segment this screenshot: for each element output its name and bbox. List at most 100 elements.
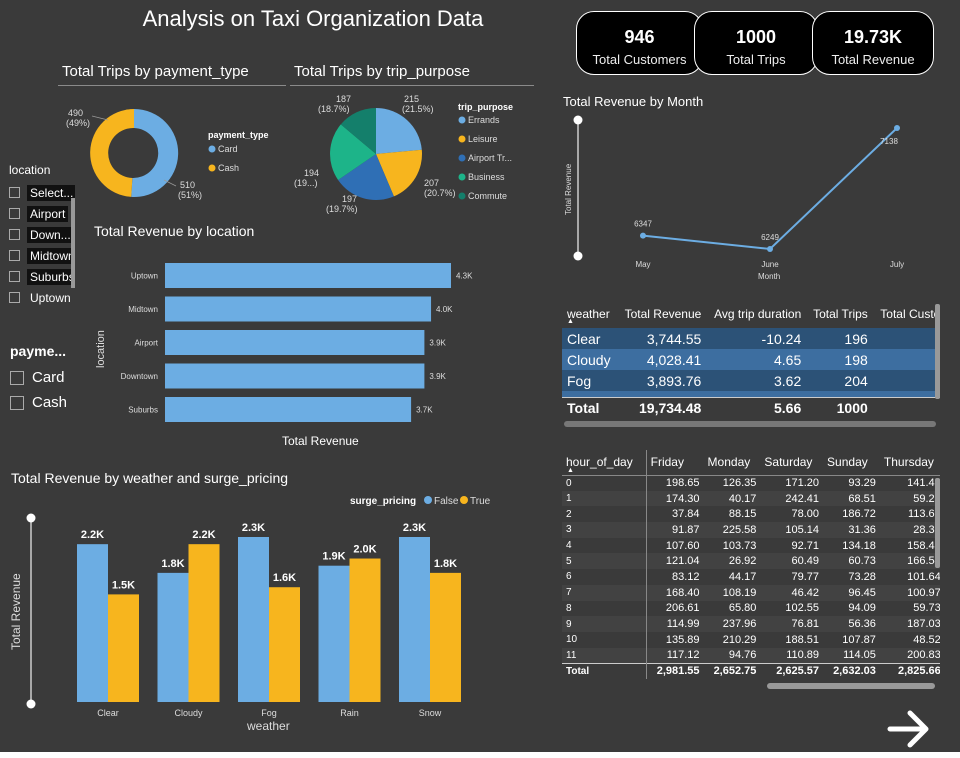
- data-label: 2.2K: [192, 529, 215, 541]
- col-thursday[interactable]: Thursday: [880, 450, 940, 475]
- slicer-item-midtown[interactable]: Midtown: [9, 245, 75, 266]
- col-total-customers[interactable]: Total Custome: [873, 300, 940, 328]
- bar-true[interactable]: [108, 594, 139, 702]
- checkbox[interactable]: [9, 229, 20, 240]
- data-label: 6249: [761, 233, 779, 242]
- revenue-line[interactable]: [642, 127, 898, 251]
- payment-slicer-item-card[interactable]: Card: [10, 365, 80, 390]
- slicer-item-downtown[interactable]: Down...: [9, 224, 75, 245]
- table-row[interactable]: 11 117.12 94.76 110.89 114.05 200.83: [562, 647, 940, 664]
- col-friday[interactable]: Friday: [646, 450, 703, 475]
- sort-ascending-icon[interactable]: ▲: [567, 467, 574, 474]
- table-row[interactable]: 8 206.61 65.80 102.55 94.09 59.73: [562, 600, 940, 617]
- weather-table-visual: weather Total Revenue Avg trip duration …: [562, 300, 940, 430]
- month-zoom-handle-bottom[interactable]: [573, 251, 583, 261]
- kpi-label: Total Trips: [726, 52, 786, 67]
- data-point[interactable]: [767, 246, 773, 252]
- table-row[interactable]: Cloudy4,028.414.651981: [562, 349, 940, 370]
- payment-donut-chart[interactable]: 490 (49%) 510 (51%) payment_type Card Ca…: [58, 92, 288, 210]
- table-row[interactable]: Fog3,893.763.622042: [562, 370, 940, 391]
- legend-dot-card: [208, 145, 216, 153]
- slicer-item-select[interactable]: Select...: [9, 182, 75, 203]
- weather-table[interactable]: weather Total Revenue Avg trip duration …: [562, 300, 940, 418]
- checkbox[interactable]: [10, 395, 24, 410]
- data-point[interactable]: [894, 125, 900, 131]
- bar-true[interactable]: [430, 572, 461, 702]
- data-point[interactable]: [640, 232, 646, 239]
- hour-table-hscroll[interactable]: [767, 683, 935, 689]
- col-saturday[interactable]: Saturday: [760, 450, 823, 475]
- bar-false[interactable]: [399, 537, 430, 702]
- table-row[interactable]: 6 83.12 44.17 79.77 73.28 101.64: [562, 569, 940, 585]
- weather-table-hscroll[interactable]: [564, 421, 936, 427]
- bar-true[interactable]: [188, 544, 220, 702]
- bar-false[interactable]: [157, 572, 189, 702]
- legend-leisure: Leisure: [468, 134, 498, 144]
- col-total-revenue[interactable]: Total Revenue: [617, 300, 706, 328]
- category-label: Suburbs: [128, 406, 158, 415]
- col-sunday[interactable]: Sunday: [823, 450, 880, 475]
- weather-zoom-handle-top[interactable]: [26, 513, 36, 523]
- purpose-pie-chart[interactable]: 187 (18.7%) 215 (21.5%) 194 (19...) 207 …: [290, 92, 534, 216]
- bar-true[interactable]: [269, 587, 300, 702]
- slicer-item-airport[interactable]: Airport: [9, 203, 75, 224]
- bar-false[interactable]: [238, 537, 269, 702]
- kpi-total-revenue[interactable]: 19.73K Total Revenue: [812, 11, 934, 75]
- kpi-total-customers[interactable]: 946 Total Customers: [576, 11, 703, 75]
- data-label: 3.9K: [429, 372, 446, 381]
- slicer-item-uptown[interactable]: Uptown: [9, 287, 75, 308]
- table-row[interactable]: 7 168.40 108.19 46.42 96.45 100.97: [562, 584, 940, 601]
- bar[interactable]: [165, 330, 425, 355]
- table-row[interactable]: 4 107.60 103.73 92.71 134.18 158.42: [562, 537, 940, 554]
- bar[interactable]: [165, 397, 412, 422]
- bar[interactable]: [165, 296, 432, 322]
- col-total-trips[interactable]: Total Trips: [806, 300, 873, 328]
- sort-ascending-icon[interactable]: ▲: [567, 318, 574, 325]
- slicer-item-suburbs[interactable]: Suburbs: [9, 266, 75, 287]
- table-row[interactable]: Clear3,744.55-10.241961: [562, 328, 940, 349]
- bar[interactable]: [165, 363, 425, 389]
- bar-false[interactable]: [318, 565, 350, 702]
- table-row[interactable]: 10 135.89 210.29 188.51 107.87 48.52: [562, 631, 940, 648]
- payment-slicer-item-cash[interactable]: Cash: [10, 390, 80, 415]
- arrow-right-icon[interactable]: [886, 708, 932, 750]
- data-label: 1.8K: [434, 558, 457, 570]
- weather-y-axis-label: Total Revenue: [9, 573, 23, 650]
- bar-true[interactable]: [349, 558, 381, 702]
- category-label: Uptown: [131, 272, 158, 281]
- checkbox[interactable]: [9, 271, 20, 282]
- payment-slicer-title: payme...: [10, 343, 67, 359]
- weather-table-vscroll[interactable]: [935, 304, 940, 399]
- weather-chart-title: Total Revenue by weather and surge_prici…: [11, 470, 289, 486]
- checkbox[interactable]: [9, 250, 20, 261]
- checkbox[interactable]: [9, 292, 20, 303]
- bar[interactable]: [165, 263, 451, 288]
- legend-true: True: [470, 496, 491, 507]
- checkbox[interactable]: [10, 370, 24, 385]
- location-slicer-scrollbar[interactable]: [71, 198, 75, 288]
- weather-surge-bar-chart[interactable]: surge_pricing False True Total Revenue w…: [8, 490, 508, 738]
- x-tick-label: May: [635, 260, 650, 269]
- table-row[interactable]: 3 91.87 225.58 105.14 31.36 28.37: [562, 522, 940, 538]
- hour-matrix-table[interactable]: hour_of_day Friday Monday Saturday Sunda…: [562, 450, 940, 679]
- month-zoom-handle-top[interactable]: [573, 115, 583, 125]
- table-row[interactable]: 5 121.04 26.92 60.49 60.73 166.54: [562, 553, 940, 570]
- col-monday[interactable]: Monday: [704, 450, 761, 475]
- table-row[interactable]: 0 198.65 126.35 171.20 93.29 141.42: [562, 475, 940, 491]
- checkbox[interactable]: [9, 187, 20, 198]
- table-row[interactable]: 1 174.30 40.17 242.41 68.51 59.25: [562, 490, 940, 507]
- table-row[interactable]: 9 114.99 237.96 76.81 56.36 187.03: [562, 616, 940, 632]
- purpose-legend-title: trip_purpose: [458, 102, 513, 112]
- checkbox[interactable]: [9, 208, 20, 219]
- hour-table-vscroll[interactable]: [935, 478, 940, 568]
- weather-zoom-handle-bottom[interactable]: [26, 699, 36, 709]
- table-total-row: Total19,734.485.6610009: [562, 397, 940, 418]
- location-bar-chart[interactable]: location Total Revenue Uptown 4.3K Midtown…: [90, 248, 490, 454]
- bar-false[interactable]: [77, 544, 108, 702]
- col-avg-trip-duration[interactable]: Avg trip duration: [706, 300, 806, 328]
- month-line-chart[interactable]: Total Revenue Month 6347 May 6249 June 7138 J…: [560, 110, 935, 282]
- table-row[interactable]: 2 37.84 88.15 78.00 186.72 113.63: [562, 506, 940, 523]
- col-hour-of-day[interactable]: hour_of_day: [562, 450, 647, 475]
- kpi-total-trips[interactable]: 1000 Total Trips: [694, 11, 818, 75]
- legend-dot-true: [460, 496, 468, 504]
